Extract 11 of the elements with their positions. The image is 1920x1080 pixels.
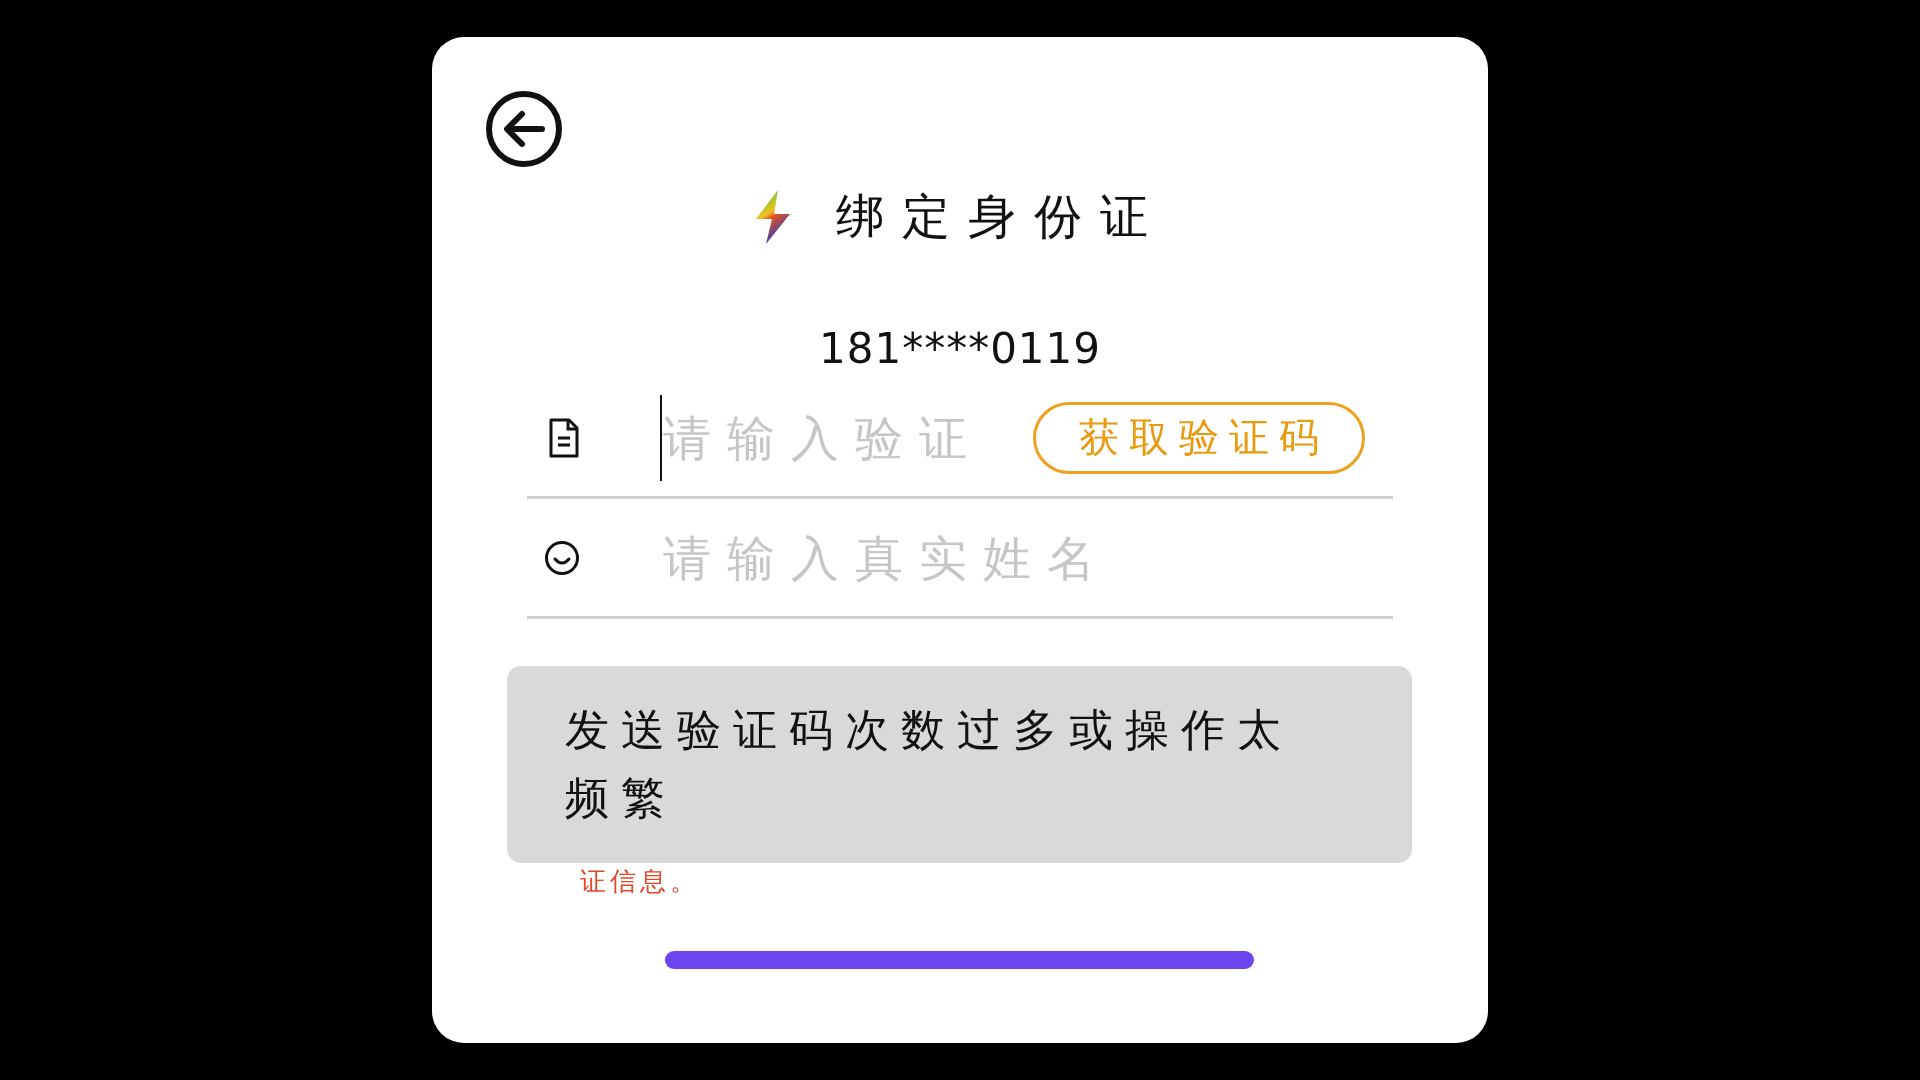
toast-message: 发送验证码次数过多或操作太频繁 [565, 703, 1294, 825]
smiley-icon [544, 539, 580, 576]
phone-number: 181****0119 [818, 324, 1102, 373]
back-icon[interactable] [484, 89, 564, 169]
input-field[interactable]: 请输入验证 [663, 402, 1033, 473]
lightning-icon [754, 189, 792, 245]
notice-text: 证信息。 [580, 865, 701, 898]
input-field[interactable]: 请输入真实姓名 [663, 522, 1393, 593]
page-title: 绑定身份证 [836, 187, 1166, 246]
get-code-button[interactable]: 获取验证码 [1033, 401, 1365, 474]
document-icon [548, 417, 580, 458]
